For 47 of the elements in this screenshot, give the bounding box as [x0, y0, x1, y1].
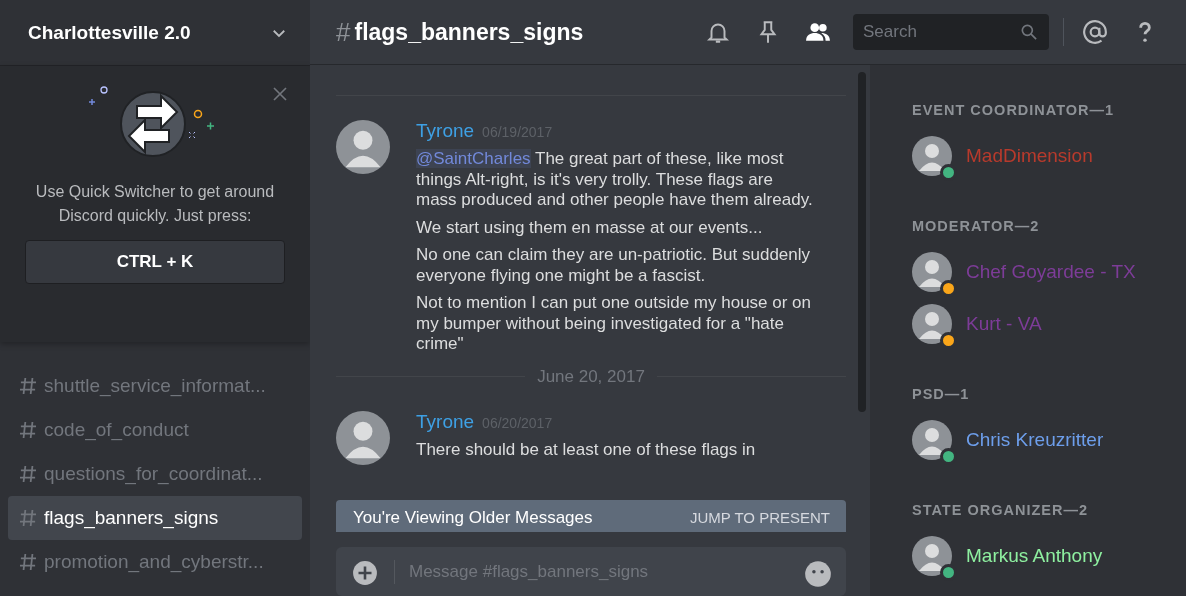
scrollbar[interactable] — [858, 72, 866, 412]
at-icon[interactable] — [1082, 19, 1108, 45]
channel-item[interactable]: shuttle_service_informat... — [8, 364, 302, 408]
shortcut-button[interactable]: CTRL + K — [25, 240, 285, 284]
channel-hash: # — [336, 16, 351, 48]
server-name: Charlottesville 2.0 — [28, 21, 191, 44]
hash-icon — [20, 421, 36, 439]
search-icon — [1019, 22, 1039, 42]
avatar — [336, 410, 390, 465]
message-text: We start using them en masse at our events... — [416, 217, 764, 238]
close-icon[interactable] — [272, 86, 288, 102]
date-divider-label: June 20, 2017 — [537, 366, 645, 387]
message-text: Not to mention I can put one outside my house or on my bumper without being investigated for a "hate crime" — [416, 293, 813, 355]
avatar — [912, 536, 952, 576]
member-item[interactable]: MadDimension — [912, 130, 1162, 182]
author-name[interactable]: Tyrone — [416, 410, 475, 433]
channel-item[interactable]: promotion_and_cyberstr... — [8, 540, 302, 584]
avatar — [912, 420, 952, 460]
banner-text: You're Viewing Older Messages — [353, 507, 593, 528]
channel-item[interactable]: questions_for_coordinat... — [8, 452, 302, 496]
message-text: @SaintCharles The great part of these, like most things Alt-right, is it's very trolly. These flags are mass produced and other people have them already. — [416, 149, 814, 211]
avatar — [912, 136, 952, 176]
member-item[interactable]: Chris Kreuzritter — [912, 414, 1162, 466]
channel-title: flags_banners_signs — [354, 18, 584, 46]
role-heading: STATE ORGANIZER—2 — [912, 502, 1089, 518]
avatar — [336, 120, 390, 174]
emoji-icon[interactable] — [804, 560, 832, 589]
avatar — [912, 304, 952, 344]
search-field[interactable]: Search — [853, 14, 1049, 50]
jump-to-present-button[interactable]: JUMP TO PRESENT — [689, 509, 830, 526]
mention-link[interactable]: @SaintCharles — [416, 149, 531, 168]
channel-item[interactable]: flags_banners_signs — [8, 496, 302, 540]
quick-switcher-hint: Use Quick Switcher to get around Discord quickly. Just press: — [34, 182, 276, 226]
hash-icon — [20, 377, 36, 395]
message-text: There should be at least one of these flags in — [416, 439, 757, 460]
hash-icon — [20, 509, 36, 527]
hash-icon — [20, 465, 36, 483]
avatar — [912, 252, 952, 292]
member-item[interactable]: Markus Anthony — [912, 530, 1162, 582]
role-heading: MODERATOR—2 — [912, 218, 1041, 234]
role-heading: PSD—1 — [912, 386, 971, 402]
channel-item[interactable]: code_of_conduct — [8, 408, 302, 452]
author-name[interactable]: Tyrone — [416, 120, 475, 142]
message-text: No one can claim they are un-patriotic. But suddenly everyone flying one might be a fascist. — [416, 245, 812, 286]
hash-icon — [20, 553, 36, 571]
add-icon[interactable] — [352, 560, 378, 587]
role-heading: EVENT COORDINATOR—1 — [912, 102, 1116, 118]
